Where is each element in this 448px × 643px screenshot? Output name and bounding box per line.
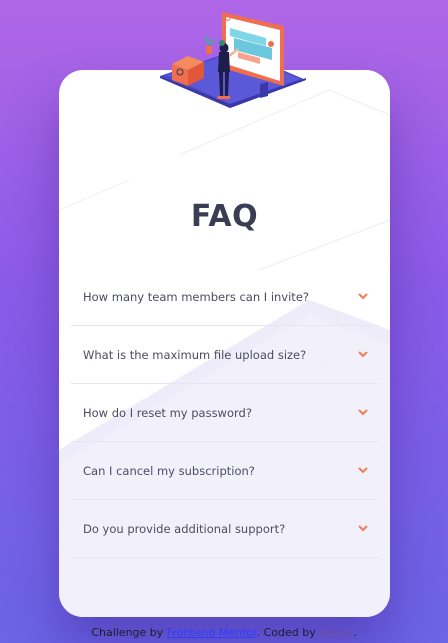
faq-item-additional-support[interactable]: Do you provide additional support?: [71, 500, 378, 558]
chevron-down-icon: [358, 467, 368, 474]
chevron-down-icon: [358, 351, 368, 358]
faq-question: What is the maximum file upload size?: [83, 348, 307, 362]
faq-list: How many team members can I invite? What…: [71, 268, 378, 558]
faq-question: Do you provide additional support?: [83, 522, 286, 536]
page-title: FAQ: [190, 199, 259, 234]
woman-at-monitor-illustration: [160, 12, 306, 108]
attribution-middle: . Coded by: [256, 626, 320, 639]
frontend-mentor-link[interactable]: Frontend Mentor: [167, 626, 257, 639]
attribution-prefix: Challenge by: [91, 626, 167, 639]
faq-item-team-members[interactable]: How many team members can I invite?: [71, 268, 378, 326]
faq-card: FAQ How many team members can I invite? …: [59, 70, 390, 617]
chevron-down-icon: [358, 409, 368, 416]
faq-question: How many team members can I invite?: [83, 290, 309, 304]
faq-item-cancel-subscription[interactable]: Can I cancel my subscription?: [71, 442, 378, 500]
faq-item-upload-size[interactable]: What is the maximum file upload size?: [71, 326, 378, 384]
chevron-down-icon: [358, 525, 368, 532]
attribution-suffix: .: [353, 626, 357, 639]
faq-question: How do I reset my password?: [83, 406, 252, 420]
faq-item-reset-password[interactable]: How do I reset my password?: [71, 384, 378, 442]
attribution: Challenge by Frontend Mentor. Coded by b…: [0, 626, 448, 639]
author-link[interactable]: brkcln: [319, 626, 353, 639]
chevron-down-icon: [358, 293, 368, 300]
faq-question: Can I cancel my subscription?: [83, 464, 255, 478]
